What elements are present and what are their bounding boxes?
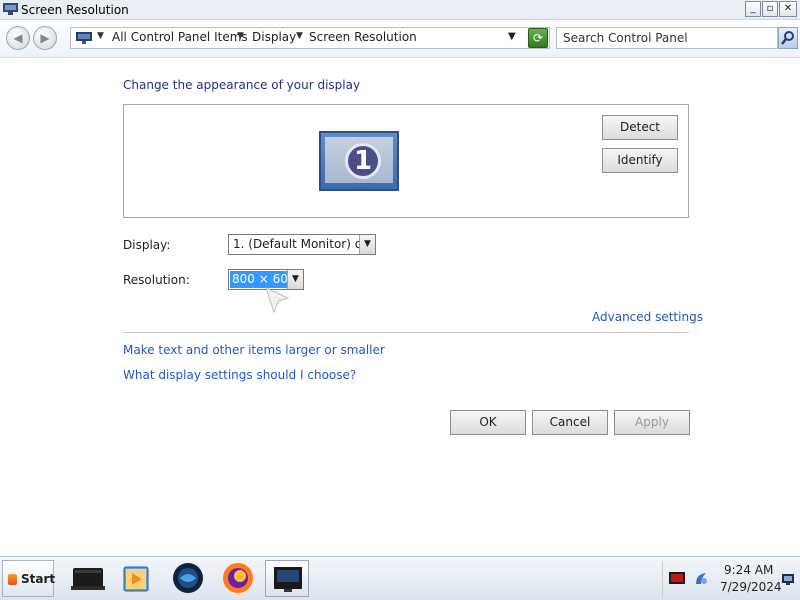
taskbar-terminal[interactable] <box>66 560 110 597</box>
divider <box>123 332 689 333</box>
display-label: Display: <box>123 238 171 252</box>
close-button[interactable]: ✕ <box>779 1 797 17</box>
chevron-down-icon[interactable]: ▼ <box>359 235 375 254</box>
address-bar[interactable]: ▼ All Control Panel Items ▼ Display ▼ Sc… <box>70 27 550 49</box>
control-panel-icon <box>76 32 92 44</box>
display-select[interactable]: 1. (Default Monitor) on ▼ <box>228 234 376 255</box>
taskbar-screen-resolution[interactable] <box>265 560 309 597</box>
network-globe-icon <box>173 563 203 593</box>
forward-arrow-icon: ▶ <box>40 31 50 45</box>
monitor-screen: 1 <box>325 137 393 183</box>
title-bar: Screen Resolution _ ▫ ✕ <box>0 0 800 20</box>
monitor-preview-panel: 1 Detect Identify <box>123 104 689 218</box>
search-button[interactable] <box>778 27 798 49</box>
refresh-button[interactable]: ⟳ <box>528 28 548 48</box>
detect-button[interactable]: Detect <box>602 115 678 140</box>
back-button[interactable]: ◀ <box>6 26 30 50</box>
mouse-pointer-icon <box>265 287 290 314</box>
ok-button[interactable]: OK <box>450 410 526 435</box>
terminal-icon <box>71 568 105 590</box>
taskbar-network[interactable] <box>166 560 210 597</box>
display-select-value: 1. (Default Monitor) on <box>233 237 370 251</box>
breadcrumb-all-control-panel-items[interactable]: All Control Panel Items <box>112 30 248 44</box>
minimize-button[interactable]: _ <box>745 1 761 17</box>
clock-time[interactable]: 9:24 AM <box>724 563 773 577</box>
media-player-icon <box>123 566 149 592</box>
breadcrumb-screen-resolution[interactable]: Screen Resolution <box>309 30 417 44</box>
breadcrumb-display[interactable]: Display <box>252 30 296 44</box>
firefox-icon <box>223 563 253 593</box>
taskbar-firefox[interactable] <box>216 560 260 597</box>
chevron-down-icon[interactable]: ▼ <box>237 31 244 41</box>
close-icon: ✕ <box>783 3 793 14</box>
monitor-number-badge: 1 <box>345 143 381 179</box>
search-icon <box>781 31 794 45</box>
page-heading: Change the appearance of your display <box>123 78 361 92</box>
clock-date[interactable]: 7/29/2024 <box>720 580 782 594</box>
monitor-icon <box>3 3 18 15</box>
monitor-1-tile[interactable]: 1 <box>319 131 399 191</box>
address-history-dropdown-icon[interactable]: ▼ <box>508 31 516 42</box>
network-tray-icon[interactable] <box>693 570 709 586</box>
forward-button[interactable]: ▶ <box>33 26 57 50</box>
advanced-settings-link[interactable]: Advanced settings <box>592 310 703 324</box>
back-arrow-icon: ◀ <box>13 31 23 45</box>
search-placeholder: Search Control Panel <box>563 31 688 45</box>
chevron-right-icon[interactable]: ▼ <box>296 31 303 41</box>
chevron-down-icon[interactable]: ▼ <box>97 31 104 41</box>
screen-resolution-icon <box>274 567 302 592</box>
start-flag-icon <box>8 574 17 585</box>
start-button[interactable]: Start <box>2 560 56 597</box>
restore-button[interactable]: ▫ <box>762 1 778 17</box>
minimize-icon: _ <box>750 3 756 14</box>
cancel-button[interactable]: Cancel <box>532 410 608 435</box>
taskbar: Start <box>0 556 800 600</box>
identify-button[interactable]: Identify <box>602 148 678 173</box>
navigation-bar: ◀ ▶ ▼ All Control Panel Items ▼ Display … <box>0 20 800 58</box>
action-center-flag-icon[interactable] <box>669 572 685 584</box>
resolution-label: Resolution: <box>123 273 190 287</box>
apply-button[interactable]: Apply <box>614 410 690 435</box>
refresh-icon: ⟳ <box>532 31 544 45</box>
display-help-link[interactable]: What display settings should I choose? <box>123 368 356 382</box>
show-desktop-icon[interactable] <box>781 572 795 586</box>
window-title: Screen Resolution <box>21 3 129 17</box>
text-size-link[interactable]: Make text and other items larger or smal… <box>123 343 385 357</box>
search-input[interactable]: Search Control Panel <box>556 27 778 49</box>
start-label: Start <box>21 572 56 586</box>
taskbar-media-player[interactable] <box>114 560 158 597</box>
restore-icon: ▫ <box>766 3 774 14</box>
